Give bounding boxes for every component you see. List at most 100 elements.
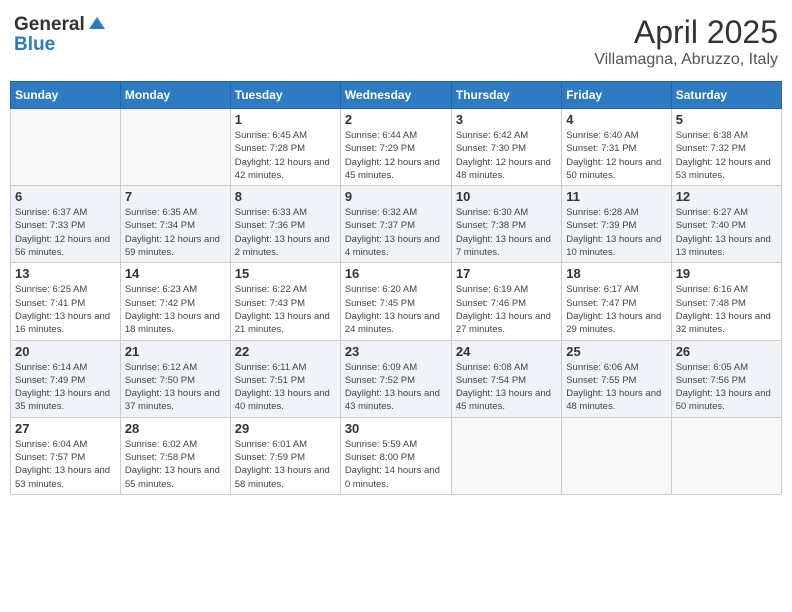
logo: General Blue xyxy=(14,14,107,56)
calendar-week-row: 1 Sunrise: 6:45 AMSunset: 7:28 PMDaylight… xyxy=(11,109,782,186)
day-number: 8 xyxy=(235,189,336,204)
day-info: Sunrise: 6:11 AMSunset: 7:51 PMDaylight:… xyxy=(235,361,336,414)
calendar-day-cell: 8Sunrise: 6:33 AMSunset: 7:36 PMDaylight… xyxy=(230,186,340,263)
day-info: Sunrise: 6:05 AMSunset: 7:56 PMDaylight:… xyxy=(676,361,777,414)
calendar-day-cell: 22 Sunrise: 6:11 AMSunset: 7:51 PMDayligh… xyxy=(230,340,340,417)
logo-icon xyxy=(87,15,107,35)
month-title: April 2025 xyxy=(594,14,778,51)
day-number: 5 xyxy=(676,112,777,127)
day-number: 14 xyxy=(125,266,226,281)
day-number: 29 xyxy=(235,421,336,436)
day-info: Sunrise: 6:09 AMSunset: 7:52 PMDaylight:… xyxy=(345,361,447,414)
day-info: Sunrise: 6:02 AMSunset: 7:58 PMDaylight:… xyxy=(125,438,226,491)
calendar-day-cell: 20 Sunrise: 6:14 AMSunset: 7:49 PMDayligh… xyxy=(11,340,121,417)
calendar-day-cell: 25 Sunrise: 6:06 AMSunset: 7:55 PMDayligh… xyxy=(562,340,671,417)
day-info: Sunrise: 6:32 AMSunset: 7:37 PMDaylight:… xyxy=(345,206,447,259)
day-info: Sunrise: 6:06 AMSunset: 7:55 PMDaylight:… xyxy=(566,361,666,414)
calendar-day-cell: 24 Sunrise: 6:08 AMSunset: 7:54 PMDayligh… xyxy=(451,340,561,417)
day-info: Sunrise: 6:01 AMSunset: 7:59 PMDaylight:… xyxy=(235,438,336,491)
calendar-day-cell: 9 Sunrise: 6:32 AMSunset: 7:37 PMDaylight… xyxy=(340,186,451,263)
calendar-day-cell: 13 Sunrise: 6:25 AMSunset: 7:41 PMDayligh… xyxy=(11,263,121,340)
day-number: 18 xyxy=(566,266,666,281)
weekday-header-friday: Friday xyxy=(562,82,671,109)
day-number: 23 xyxy=(345,344,447,359)
calendar-day-cell: 4Sunrise: 6:40 AMSunset: 7:31 PMDaylight… xyxy=(562,109,671,186)
weekday-header-wednesday: Wednesday xyxy=(340,82,451,109)
calendar-day-cell: 6 Sunrise: 6:37 AMSunset: 7:33 PMDaylight… xyxy=(11,186,121,263)
calendar-week-row: 13 Sunrise: 6:25 AMSunset: 7:41 PMDayligh… xyxy=(11,263,782,340)
calendar-day-cell: 16Sunrise: 6:20 AMSunset: 7:45 PMDayligh… xyxy=(340,263,451,340)
calendar-day-cell: 23 Sunrise: 6:09 AMSunset: 7:52 PMDayligh… xyxy=(340,340,451,417)
calendar-day-cell: 3Sunrise: 6:42 AMSunset: 7:30 PMDaylight… xyxy=(451,109,561,186)
logo-blue: Blue xyxy=(14,34,55,56)
header: General Blue April 2025 Villamagna, Abru… xyxy=(10,10,782,73)
day-info: Sunrise: 6:08 AMSunset: 7:54 PMDaylight:… xyxy=(456,361,557,414)
day-info: Sunrise: 6:19 AMSunset: 7:46 PMDaylight:… xyxy=(456,283,557,336)
calendar-week-row: 27 Sunrise: 6:04 AMSunset: 7:57 PMDayligh… xyxy=(11,417,782,494)
title-area: April 2025 Villamagna, Abruzzo, Italy xyxy=(594,14,778,69)
day-number: 11 xyxy=(566,189,666,204)
calendar-day-cell: 5Sunrise: 6:38 AMSunset: 7:32 PMDaylight… xyxy=(671,109,781,186)
day-info: Sunrise: 5:59 AMSunset: 8:00 PMDaylight:… xyxy=(345,438,447,491)
day-info: Sunrise: 6:40 AMSunset: 7:31 PMDaylight:… xyxy=(566,129,666,182)
calendar-day-cell: 27 Sunrise: 6:04 AMSunset: 7:57 PMDayligh… xyxy=(11,417,121,494)
day-info: Sunrise: 6:20 AMSunset: 7:45 PMDaylight:… xyxy=(345,283,447,336)
weekday-header-tuesday: Tuesday xyxy=(230,82,340,109)
calendar-table: SundayMondayTuesdayWednesdayThursdayFrid… xyxy=(10,81,782,495)
day-number: 28 xyxy=(125,421,226,436)
calendar-week-row: 20 Sunrise: 6:14 AMSunset: 7:49 PMDayligh… xyxy=(11,340,782,417)
day-info: Sunrise: 6:35 AMSunset: 7:34 PMDaylight:… xyxy=(125,206,226,259)
day-number: 15 xyxy=(235,266,336,281)
day-number: 9 xyxy=(345,189,447,204)
day-number: 20 xyxy=(15,344,116,359)
calendar-day-cell: 26 Sunrise: 6:05 AMSunset: 7:56 PMDayligh… xyxy=(671,340,781,417)
day-number: 6 xyxy=(15,189,116,204)
day-number: 22 xyxy=(235,344,336,359)
day-number: 21 xyxy=(125,344,226,359)
calendar-day-cell: 29 Sunrise: 6:01 AMSunset: 7:59 PMDayligh… xyxy=(230,417,340,494)
location-title: Villamagna, Abruzzo, Italy xyxy=(594,51,778,69)
day-info: Sunrise: 6:22 AMSunset: 7:43 PMDaylight:… xyxy=(235,283,336,336)
day-number: 3 xyxy=(456,112,557,127)
calendar-day-cell: 11 Sunrise: 6:28 AMSunset: 7:39 PMDayligh… xyxy=(562,186,671,263)
calendar-day-cell xyxy=(451,417,561,494)
day-number: 30 xyxy=(345,421,447,436)
day-number: 12 xyxy=(676,189,777,204)
day-number: 13 xyxy=(15,266,116,281)
weekday-header-sunday: Sunday xyxy=(11,82,121,109)
calendar-day-cell: 12Sunrise: 6:27 AMSunset: 7:40 PMDayligh… xyxy=(671,186,781,263)
day-number: 7 xyxy=(125,189,226,204)
day-info: Sunrise: 6:28 AMSunset: 7:39 PMDaylight:… xyxy=(566,206,666,259)
day-info: Sunrise: 6:14 AMSunset: 7:49 PMDaylight:… xyxy=(15,361,116,414)
calendar-day-cell: 21Sunrise: 6:12 AMSunset: 7:50 PMDayligh… xyxy=(120,340,230,417)
day-number: 19 xyxy=(676,266,777,281)
day-info: Sunrise: 6:04 AMSunset: 7:57 PMDaylight:… xyxy=(15,438,116,491)
calendar-day-cell: 17 Sunrise: 6:19 AMSunset: 7:46 PMDayligh… xyxy=(451,263,561,340)
day-number: 2 xyxy=(345,112,447,127)
calendar-day-cell xyxy=(11,109,121,186)
day-number: 26 xyxy=(676,344,777,359)
day-number: 10 xyxy=(456,189,557,204)
calendar-day-cell: 30 Sunrise: 5:59 AMSunset: 8:00 PMDayligh… xyxy=(340,417,451,494)
day-info: Sunrise: 6:37 AMSunset: 7:33 PMDaylight:… xyxy=(15,206,116,259)
calendar-day-cell: 1 Sunrise: 6:45 AMSunset: 7:28 PMDaylight… xyxy=(230,109,340,186)
day-number: 1 xyxy=(235,112,336,127)
weekday-header-monday: Monday xyxy=(120,82,230,109)
calendar-day-cell: 14 Sunrise: 6:23 AMSunset: 7:42 PMDayligh… xyxy=(120,263,230,340)
calendar-day-cell: 28 Sunrise: 6:02 AMSunset: 7:58 PMDayligh… xyxy=(120,417,230,494)
calendar-day-cell: 2Sunrise: 6:44 AMSunset: 7:29 PMDaylight… xyxy=(340,109,451,186)
logo-general: General xyxy=(14,14,85,36)
calendar-day-cell xyxy=(671,417,781,494)
day-number: 27 xyxy=(15,421,116,436)
day-number: 25 xyxy=(566,344,666,359)
day-info: Sunrise: 6:30 AMSunset: 7:38 PMDaylight:… xyxy=(456,206,557,259)
day-number: 17 xyxy=(456,266,557,281)
calendar-day-cell xyxy=(562,417,671,494)
weekday-header-thursday: Thursday xyxy=(451,82,561,109)
day-number: 24 xyxy=(456,344,557,359)
day-info: Sunrise: 6:23 AMSunset: 7:42 PMDaylight:… xyxy=(125,283,226,336)
day-info: Sunrise: 6:45 AMSunset: 7:28 PMDaylight:… xyxy=(235,129,336,182)
calendar-day-cell: 15 Sunrise: 6:22 AMSunset: 7:43 PMDayligh… xyxy=(230,263,340,340)
day-info: Sunrise: 6:25 AMSunset: 7:41 PMDaylight:… xyxy=(15,283,116,336)
weekday-header-saturday: Saturday xyxy=(671,82,781,109)
